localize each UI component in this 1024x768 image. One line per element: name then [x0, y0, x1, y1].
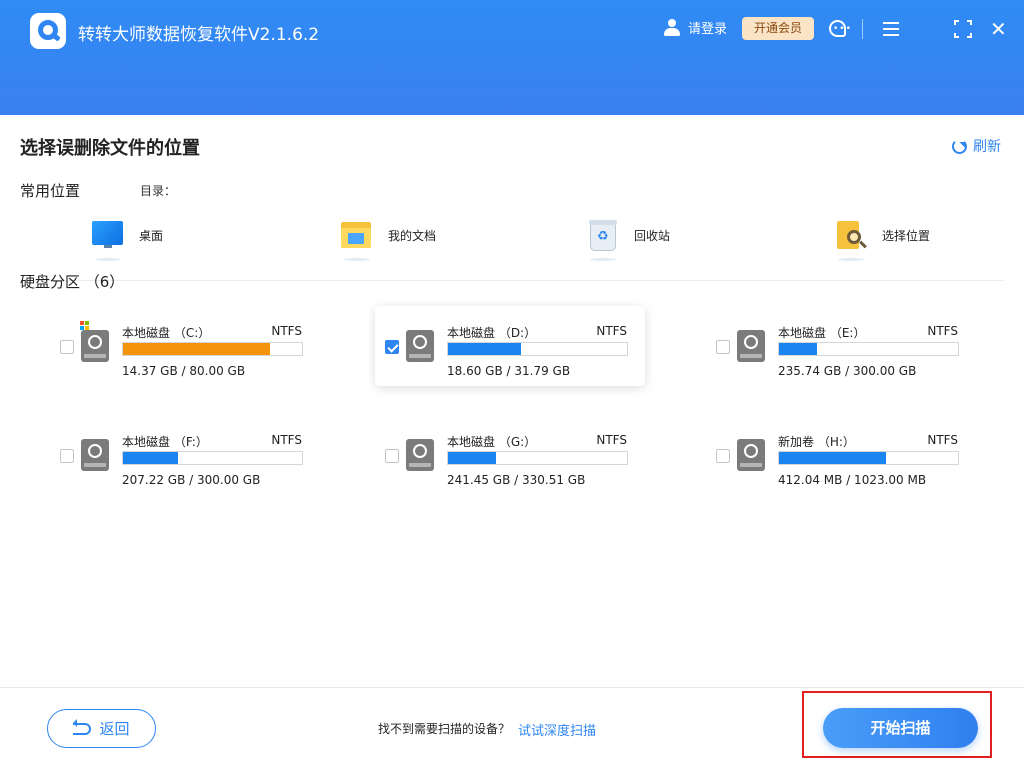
drive-usage-fill	[123, 452, 179, 464]
drive-checkbox[interactable]	[60, 449, 74, 463]
documents-folder-icon	[340, 218, 374, 261]
drive-usage-fill	[448, 343, 522, 355]
back-arrow-icon	[73, 718, 92, 735]
quick-location-label: 我的文档	[388, 228, 437, 243]
drive-name: 本地磁盘 （E:）	[778, 326, 866, 340]
drive-card[interactable]: 本地磁盘 （F:） NTFS 207.22 GB / 300.00 GB	[50, 415, 320, 495]
menu-icon[interactable]	[881, 19, 901, 39]
drive-card[interactable]: 本地磁盘 （E:） NTFS 235.74 GB / 300.00 GB	[706, 306, 976, 386]
drive-name: 本地磁盘 （D:）	[447, 326, 537, 340]
drive-card[interactable]: 本地磁盘 （G:） NTFS 241.45 GB / 330.51 GB	[375, 415, 645, 495]
customer-service-icon[interactable]: •••	[828, 19, 851, 39]
hard-drive-icon	[81, 330, 109, 362]
drive-checkbox[interactable]	[385, 340, 399, 354]
drive-filesystem: NTFS	[927, 433, 958, 447]
hard-drive-icon	[406, 439, 434, 471]
title-bar: 转转大师数据恢复软件V2.1.6.2 请登录 开通会员 ••• ✕	[0, 0, 1024, 115]
recycle-bin-icon: ♻	[586, 218, 620, 261]
drive-card[interactable]: 本地磁盘 （C:） NTFS 14.37 GB / 80.00 GB	[50, 306, 320, 386]
back-label: 返回	[99, 720, 130, 738]
hard-drive-icon	[81, 439, 109, 471]
footer-divider	[0, 687, 1024, 688]
drive-usage-fill	[779, 343, 817, 355]
refresh-icon	[952, 138, 967, 154]
drive-size: 14.37 GB / 80.00 GB	[122, 364, 246, 378]
partitions-label: 硬盘分区 （6）	[20, 273, 125, 291]
drive-size: 207.22 GB / 300.00 GB	[122, 473, 261, 487]
drive-checkbox[interactable]	[385, 449, 399, 463]
drive-usage-bar	[778, 451, 959, 465]
drive-usage-bar	[447, 342, 628, 356]
drive-filesystem: NTFS	[927, 324, 958, 338]
drive-usage-fill	[123, 343, 270, 355]
quick-location-desktop[interactable]: 桌面	[91, 218, 164, 261]
drive-size: 241.45 GB / 330.51 GB	[447, 473, 586, 487]
drive-size: 18.60 GB / 31.79 GB	[447, 364, 571, 378]
quick-location-choose[interactable]: 选择位置	[834, 218, 931, 261]
login-label: 请登录	[688, 22, 728, 37]
quick-location-label: 桌面	[139, 228, 164, 243]
app-logo-icon	[30, 13, 66, 49]
drive-checkbox[interactable]	[60, 340, 74, 354]
login-button[interactable]: 请登录	[663, 18, 727, 37]
refresh-label: 刷新	[973, 139, 1001, 155]
desktop-icon	[91, 218, 125, 261]
drive-usage-fill	[448, 452, 497, 464]
drive-size: 235.74 GB / 300.00 GB	[778, 364, 917, 378]
hard-drive-icon	[406, 330, 434, 362]
quick-location-documents[interactable]: 我的文档	[340, 218, 437, 261]
hard-drive-icon	[737, 330, 765, 362]
common-locations-label: 常用位置	[20, 182, 81, 200]
user-icon	[663, 18, 681, 37]
refresh-button[interactable]: 刷新	[952, 136, 1001, 156]
directory-label: 目录：	[140, 184, 177, 198]
drive-name: 本地磁盘 （G:）	[447, 435, 537, 449]
drive-card[interactable]: 新加卷 （H:） NTFS 412.04 MB / 1023.00 MB	[706, 415, 976, 495]
quick-location-label: 回收站	[634, 228, 671, 243]
deep-scan-link[interactable]: 试试深度扫描	[518, 720, 596, 739]
quick-location-recycle-bin[interactable]: ♻ 回收站	[586, 218, 671, 261]
drive-usage-bar	[447, 451, 628, 465]
close-icon[interactable]: ✕	[990, 19, 1010, 39]
drive-checkbox[interactable]	[716, 340, 730, 354]
back-button[interactable]: 返回	[47, 709, 156, 748]
page-title: 选择误删除文件的位置	[20, 138, 200, 159]
drive-name: 本地磁盘 （F:）	[122, 435, 208, 449]
drive-usage-bar	[778, 342, 959, 356]
drive-filesystem: NTFS	[596, 433, 627, 447]
drive-name: 本地磁盘 （C:）	[122, 326, 211, 340]
drive-filesystem: NTFS	[271, 433, 302, 447]
drive-filesystem: NTFS	[271, 324, 302, 338]
section-divider	[20, 280, 1004, 281]
quick-location-label: 选择位置	[882, 228, 931, 243]
device-hint-text: 找不到需要扫描的设备？	[378, 722, 511, 736]
header-divider	[862, 19, 863, 39]
vip-button[interactable]: 开通会员	[742, 17, 814, 40]
drive-usage-bar	[122, 342, 303, 356]
drive-filesystem: NTFS	[596, 324, 627, 338]
start-scan-button[interactable]: 开始扫描	[823, 708, 978, 748]
drive-size: 412.04 MB / 1023.00 MB	[778, 473, 927, 487]
choose-folder-icon	[834, 218, 868, 261]
drive-usage-fill	[779, 452, 887, 464]
drive-card[interactable]: 本地磁盘 （D:） NTFS 18.60 GB / 31.79 GB	[375, 306, 645, 386]
drive-checkbox[interactable]	[716, 449, 730, 463]
drive-usage-bar	[122, 451, 303, 465]
app-title: 转转大师数据恢复软件V2.1.6.2	[78, 25, 320, 45]
drive-name: 新加卷 （H:）	[778, 435, 855, 449]
maximize-icon[interactable]	[953, 19, 973, 39]
hard-drive-icon	[737, 439, 765, 471]
